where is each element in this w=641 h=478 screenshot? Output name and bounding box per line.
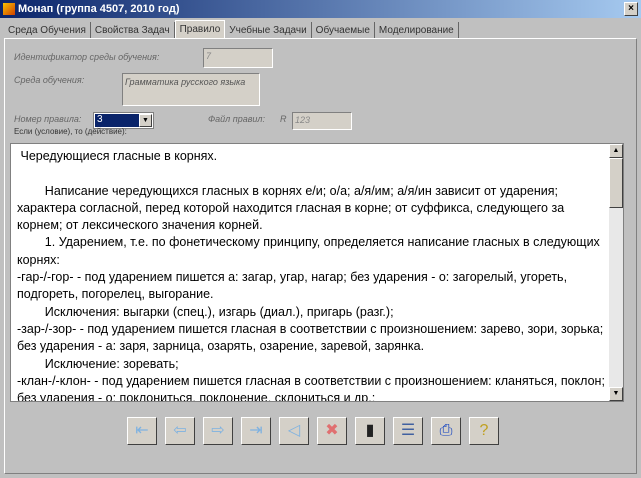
scroll-up-icon[interactable]: ▲ xyxy=(609,144,623,158)
previous-record-icon: ⇦ xyxy=(173,422,187,439)
new-record-button[interactable]: ◁ xyxy=(279,417,309,445)
next-record-icon: ⇨ xyxy=(211,422,225,439)
chevron-down-icon[interactable]: ▼ xyxy=(139,114,152,127)
vertical-scrollbar[interactable]: ▲ ▼ xyxy=(609,144,623,401)
rule-number-label: Номер правила: xyxy=(14,114,82,124)
help-icon: ? xyxy=(479,422,489,439)
tab-rule[interactable]: Правило xyxy=(174,20,226,38)
scroll-down-icon[interactable]: ▼ xyxy=(609,387,623,401)
rule-text-area[interactable]: Чередующиеся гласные в корнях. Написание… xyxy=(10,143,624,402)
env-id-field: 7 xyxy=(203,48,273,68)
window-title: Монап (группа 4507, 2010 год) xyxy=(18,3,180,15)
env-field: Грамматика русского языка xyxy=(122,73,260,106)
rule-number-value: 3 xyxy=(95,114,139,127)
help-button[interactable]: ? xyxy=(469,417,499,445)
delete-record-icon: ✖ xyxy=(325,422,339,439)
save-button[interactable]: ▮ xyxy=(355,417,385,445)
first-record-button[interactable]: ⇤ xyxy=(127,417,157,445)
env-id-label: Идентификатор среды обучения: xyxy=(14,52,160,62)
delete-record-button[interactable]: ✖ xyxy=(317,417,347,445)
rule-file-field: 123 xyxy=(292,112,352,130)
print-button[interactable]: ⎙ xyxy=(431,417,461,445)
scroll-thumb[interactable] xyxy=(609,158,623,208)
app-icon xyxy=(3,3,15,15)
last-record-icon: ⇥ xyxy=(249,422,263,439)
last-record-button[interactable]: ⇥ xyxy=(241,417,271,445)
tab-modeling[interactable]: Моделирование xyxy=(375,22,459,38)
previous-record-button[interactable]: ⇦ xyxy=(165,417,195,445)
rule-file-label: Файл правил: xyxy=(208,114,265,124)
tab-learning-env[interactable]: Среда Обучения xyxy=(4,22,91,38)
tab-learning-tasks[interactable]: Учебные Задачи xyxy=(225,22,312,38)
rule-text: Чередующиеся гласные в корнях. Написание… xyxy=(17,149,605,402)
close-button[interactable]: × xyxy=(624,2,638,16)
print-icon: ⎙ xyxy=(439,422,453,439)
new-record-icon: ◁ xyxy=(287,422,301,439)
save-icon: ▮ xyxy=(365,422,375,439)
first-record-icon: ⇤ xyxy=(135,422,149,439)
rule-file-prefix: R xyxy=(280,114,287,124)
if-then-label: Если (условие), то (действие): xyxy=(14,127,127,136)
tab-strip: Среда Обучения Свойства Задач Правило Уч… xyxy=(4,20,459,38)
document-icon: ☰ xyxy=(400,422,416,439)
tab-task-properties[interactable]: Свойства Задач xyxy=(91,22,175,38)
tab-learners[interactable]: Обучаемые xyxy=(312,22,375,38)
navigation-toolbar: ⇤ ⇦ ⇨ ⇥ ◁ ✖ ▮ ☰ ⎙? xyxy=(127,417,499,445)
title-bar: Монап (группа 4507, 2010 год) × xyxy=(0,0,641,18)
next-record-button[interactable]: ⇨ xyxy=(203,417,233,445)
document-button[interactable]: ☰ xyxy=(393,417,423,445)
env-label: Среда обучения: xyxy=(14,75,85,85)
